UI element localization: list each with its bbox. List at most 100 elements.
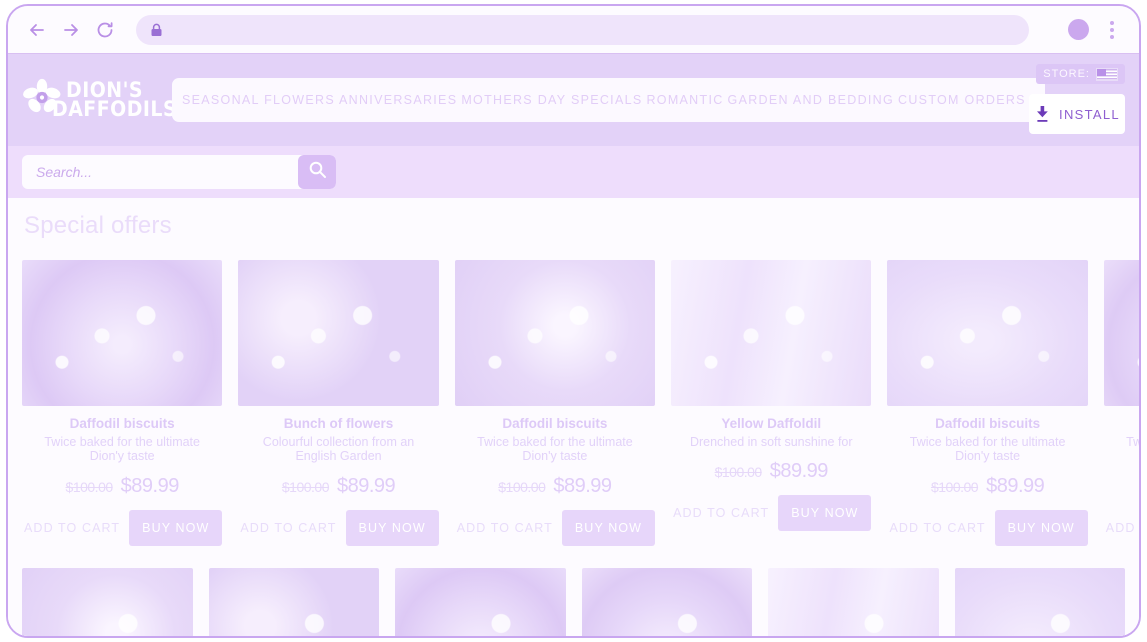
search-icon <box>308 160 327 184</box>
browser-toolbar-right <box>1068 19 1127 41</box>
us-flag-icon <box>1096 67 1118 81</box>
product-card[interactable]: Yellow Daffoldil Drenched in soft sunshi… <box>671 260 872 546</box>
buy-now-button[interactable]: BUY NOW <box>561 510 656 547</box>
buy-now-button[interactable]: BUY NOW <box>129 510 223 547</box>
product-grid-row-1: Daffodil biscuits Twice baked for the ul… <box>22 260 1139 547</box>
product-card[interactable]: Bunch of flowers Colourful collection fr… <box>238 260 439 547</box>
product-description: Colourful collection from an English Gar… <box>262 434 415 464</box>
site-header: DION'S DAFFODILS. SEASONAL FLOWERS ANNIV… <box>8 54 1139 146</box>
browser-toolbar <box>8 6 1139 54</box>
address-bar[interactable] <box>136 14 1029 45</box>
product-description: Twice baked for the ultimate Dion'y tast… <box>44 434 200 464</box>
screenshot-root: DION'S DAFFODILS. SEASONAL FLOWERS ANNIV… <box>0 0 1147 642</box>
product-title: Bunch of flowers <box>283 416 394 431</box>
install-label: INSTALL <box>1059 106 1120 122</box>
page-content: Special offers Daffodil biscuits Twice b… <box>8 198 1139 636</box>
product-card[interactable]: Daffodil biscuits Twice baked for the ul… <box>887 260 1088 547</box>
main-navigation: SEASONAL FLOWERS ANNIVERSARIES MOTHERS D… <box>172 78 1097 122</box>
reload-icon[interactable] <box>88 13 122 47</box>
product-card[interactable] <box>395 568 566 636</box>
price-original: $100.00 <box>930 479 979 496</box>
product-title: Daffodil biscuits <box>502 416 608 431</box>
page-title: Special offers <box>24 212 172 239</box>
price-sale: $89.99 <box>986 475 1045 498</box>
product-card[interactable] <box>768 568 939 636</box>
product-actions: ADD TO CART BUY NOW <box>887 510 1088 547</box>
search-input[interactable] <box>22 164 298 180</box>
nav-item-mothers-day-specials[interactable]: MOTHERS DAY SPECIALS <box>459 89 644 111</box>
product-image[interactable] <box>768 568 939 636</box>
product-actions: ADD TO CART BUY NOW <box>671 495 872 532</box>
product-image[interactable] <box>238 260 439 406</box>
buy-now-button[interactable]: BUY NOW <box>994 510 1088 547</box>
price-original: $100.00 <box>281 479 330 496</box>
product-prices: $100.00 $89.99 <box>65 475 180 498</box>
nav-item-romantic[interactable]: ROMANTIC <box>644 89 725 111</box>
product-prices: $100.00 $89.99 <box>281 475 396 498</box>
product-image[interactable] <box>1103 260 1139 406</box>
product-description: Twice baked for the ultimate Dion'y tast… <box>909 434 1066 464</box>
product-prices: $100.00 $89.99 <box>930 475 1045 498</box>
add-to-cart-button[interactable]: ADD TO CART <box>1104 515 1139 541</box>
add-to-cart-button[interactable]: ADD TO CART <box>455 515 555 541</box>
nav-item-custom-orders[interactable]: CUSTOM ORDERS <box>896 89 1028 111</box>
lock-icon <box>150 23 163 37</box>
product-image[interactable] <box>22 568 193 636</box>
store-selector[interactable]: STORE: <box>1036 64 1125 84</box>
search-box <box>22 155 336 189</box>
nav-item-anniversaries[interactable]: ANNIVERSARIES <box>337 89 459 111</box>
buy-now-button[interactable]: BUY NOW <box>345 510 439 547</box>
product-card[interactable] <box>208 568 379 636</box>
add-to-cart-button[interactable]: ADD TO CART <box>238 515 338 541</box>
add-to-cart-button[interactable]: ADD TO CART <box>671 500 771 526</box>
avatar[interactable] <box>1068 19 1089 40</box>
product-actions: ADD TO CART BUY NOW <box>455 510 656 547</box>
product-image[interactable] <box>22 260 223 406</box>
page-viewport: DION'S DAFFODILS. SEASONAL FLOWERS ANNIV… <box>8 54 1139 636</box>
product-image[interactable] <box>395 568 566 636</box>
product-image[interactable] <box>581 568 752 636</box>
price-original: $100.00 <box>65 479 114 496</box>
brand-wordmark: DION'S DAFFODILS. <box>52 79 185 120</box>
product-card[interactable]: Daffodil biscuits Twice baked for the ul… <box>1103 260 1139 546</box>
product-title: Daffodil biscuits <box>69 416 175 431</box>
back-icon[interactable] <box>20 13 54 47</box>
install-button[interactable]: INSTALL <box>1029 94 1125 134</box>
product-image[interactable] <box>671 260 872 406</box>
product-card[interactable] <box>954 568 1125 636</box>
price-original: $100.00 <box>714 464 763 481</box>
nav-item-garden-and-bedding[interactable]: GARDEN AND BEDDING <box>726 89 896 111</box>
site-logo[interactable]: DION'S DAFFODILS. <box>22 78 184 123</box>
add-to-cart-button[interactable]: ADD TO CART <box>22 515 122 541</box>
product-actions: ADD TO CART BUY NOW <box>1104 510 1139 546</box>
product-description: Drenched in soft sunshine for <box>689 434 853 449</box>
buy-now-button[interactable]: BUY NOW <box>778 495 872 532</box>
brand-line-2: DAFFODILS. <box>52 97 185 121</box>
nav-item-seasonal-flowers[interactable]: SEASONAL FLOWERS <box>180 89 337 111</box>
price-sale: $89.99 <box>120 475 180 498</box>
price-sale: $89.99 <box>769 460 829 483</box>
product-description: Twice baked for the ultimate Dion'y tast… <box>1126 434 1139 449</box>
store-label: STORE: <box>1043 68 1090 80</box>
product-prices: $100.00 $89.99 <box>498 475 612 498</box>
price-original: $100.00 <box>498 479 546 496</box>
product-card[interactable]: Daffodil biscuits Twice baked for the ul… <box>454 260 656 547</box>
product-title: Daffodil biscuits <box>935 416 1041 431</box>
product-image[interactable] <box>208 568 379 636</box>
product-grid-row-2 <box>22 568 1125 636</box>
add-to-cart-button[interactable]: ADD TO CART <box>887 515 987 541</box>
product-image[interactable] <box>454 260 656 406</box>
kebab-menu-icon[interactable] <box>1103 19 1121 41</box>
forward-icon[interactable] <box>54 13 88 47</box>
search-bar-region <box>8 146 1139 198</box>
product-image[interactable] <box>954 568 1125 636</box>
product-description: Twice baked for the ultimate Dion'y tast… <box>477 434 633 464</box>
product-card[interactable] <box>581 568 752 636</box>
search-button[interactable] <box>298 155 336 189</box>
product-card[interactable]: Daffodil biscuits Twice baked for the ul… <box>22 260 223 547</box>
product-prices: $100.00 $89.99 <box>714 460 829 483</box>
product-image[interactable] <box>887 260 1088 406</box>
download-icon <box>1034 105 1051 123</box>
product-card[interactable] <box>22 568 193 636</box>
price-sale: $89.99 <box>553 475 612 498</box>
